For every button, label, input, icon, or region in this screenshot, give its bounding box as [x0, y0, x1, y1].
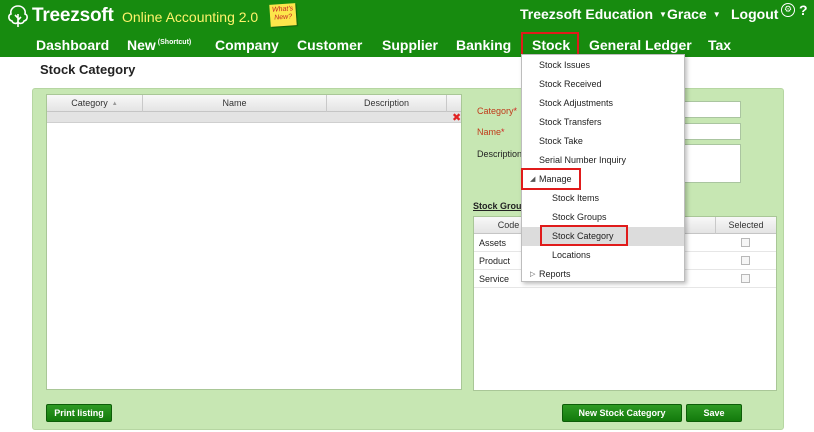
- sort-ascending-icon: ▲: [111, 101, 118, 107]
- selected-checkbox[interactable]: [741, 274, 750, 283]
- menu-item-stock-issues[interactable]: Stock Issues: [522, 56, 684, 75]
- treezsoft-logo[interactable]: Treezsoft: [6, 4, 114, 28]
- grid-filter-row[interactable]: [47, 112, 461, 123]
- org-menu-label: Treezsoft Education: [520, 6, 654, 22]
- description-field-label: Description: [477, 149, 523, 159]
- nav-general-ledger[interactable]: General Ledger: [589, 37, 692, 53]
- stock-nav-highlight: [521, 32, 579, 56]
- nav-new[interactable]: New (Shortcut): [127, 37, 191, 53]
- menu-item-reports[interactable]: ▷ Reports: [522, 265, 684, 284]
- category-field-label: Category*: [477, 106, 517, 116]
- logout-link[interactable]: Logout: [731, 6, 778, 22]
- nav-tax[interactable]: Tax: [708, 37, 731, 53]
- clear-filter-icon[interactable]: ✖: [452, 111, 461, 124]
- category-grid-header: Category ▲ Name Description: [47, 95, 461, 112]
- triangle-right-icon: ▷: [530, 271, 536, 278]
- chevron-down-icon: ▼: [712, 10, 721, 19]
- print-listing-button[interactable]: Print listing: [46, 404, 112, 422]
- row-code: Assets: [479, 238, 507, 248]
- category-input[interactable]: [676, 101, 741, 118]
- chevron-down-icon: ▼: [659, 10, 667, 19]
- nav-new-label: New: [127, 37, 156, 53]
- org-menu[interactable]: Treezsoft Education ▼: [520, 6, 667, 22]
- column-header-name[interactable]: Name: [143, 95, 327, 112]
- help-icon[interactable]: ?: [799, 2, 808, 18]
- menu-item-stock-adjustments[interactable]: Stock Adjustments: [522, 94, 684, 113]
- user-menu-label: Grace: [667, 6, 707, 22]
- nav-customer[interactable]: Customer: [297, 37, 362, 53]
- nav-company[interactable]: Company: [215, 37, 279, 53]
- name-field-label-text: Name: [477, 127, 502, 137]
- row-code: Product: [479, 256, 511, 266]
- menu-item-stock-transfers[interactable]: Stock Transfers: [522, 113, 684, 132]
- menu-item-stock-take[interactable]: Stock Take: [522, 132, 684, 151]
- column-header-category-label: Category: [71, 98, 108, 108]
- name-field-label: Name*: [477, 127, 505, 137]
- stock-category-highlight-box: [540, 225, 628, 246]
- column-header-category[interactable]: Category ▲: [47, 95, 143, 112]
- product-tagline: Online Accounting 2.0: [122, 9, 259, 25]
- nav-supplier[interactable]: Supplier: [382, 37, 438, 53]
- nav-dashboard[interactable]: Dashboard: [36, 37, 109, 53]
- user-menu[interactable]: Grace ▼: [667, 6, 721, 22]
- selected-checkbox[interactable]: [741, 256, 750, 265]
- page-title: Stock Category: [40, 62, 136, 77]
- description-textarea[interactable]: [676, 144, 741, 183]
- manage-highlight-box: [521, 168, 581, 190]
- category-field-label-text: Category: [477, 106, 514, 116]
- category-grid: Category ▲ Name Description ✖: [46, 94, 462, 390]
- stock-group-title: Stock Group: [473, 201, 528, 211]
- column-header-description[interactable]: Description: [327, 95, 447, 112]
- nav-new-shortcut-note: (Shortcut): [157, 39, 192, 46]
- menu-item-reports-label: Reports: [539, 269, 571, 279]
- menu-item-stock-items[interactable]: Stock Items: [522, 189, 684, 208]
- name-input[interactable]: [676, 123, 741, 140]
- tree-icon: [8, 5, 28, 27]
- save-button[interactable]: Save: [686, 404, 742, 422]
- nav-banking[interactable]: Banking: [456, 37, 511, 53]
- logo-text: Treezsoft: [32, 5, 114, 26]
- selected-checkbox[interactable]: [741, 238, 750, 247]
- row-code: Service: [479, 274, 510, 284]
- top-header: Treezsoft Online Accounting 2.0 What's N…: [0, 0, 814, 57]
- whats-new-note[interactable]: What's New?: [269, 3, 297, 27]
- column-header-selected[interactable]: Selected: [716, 217, 776, 234]
- menu-item-locations[interactable]: Locations: [522, 246, 684, 265]
- required-marker: *: [513, 106, 518, 116]
- user-settings-icon[interactable]: ⚙: [781, 3, 795, 17]
- new-stock-category-button[interactable]: New Stock Category: [562, 404, 682, 422]
- menu-item-stock-received[interactable]: Stock Received: [522, 75, 684, 94]
- required-marker: *: [501, 127, 505, 137]
